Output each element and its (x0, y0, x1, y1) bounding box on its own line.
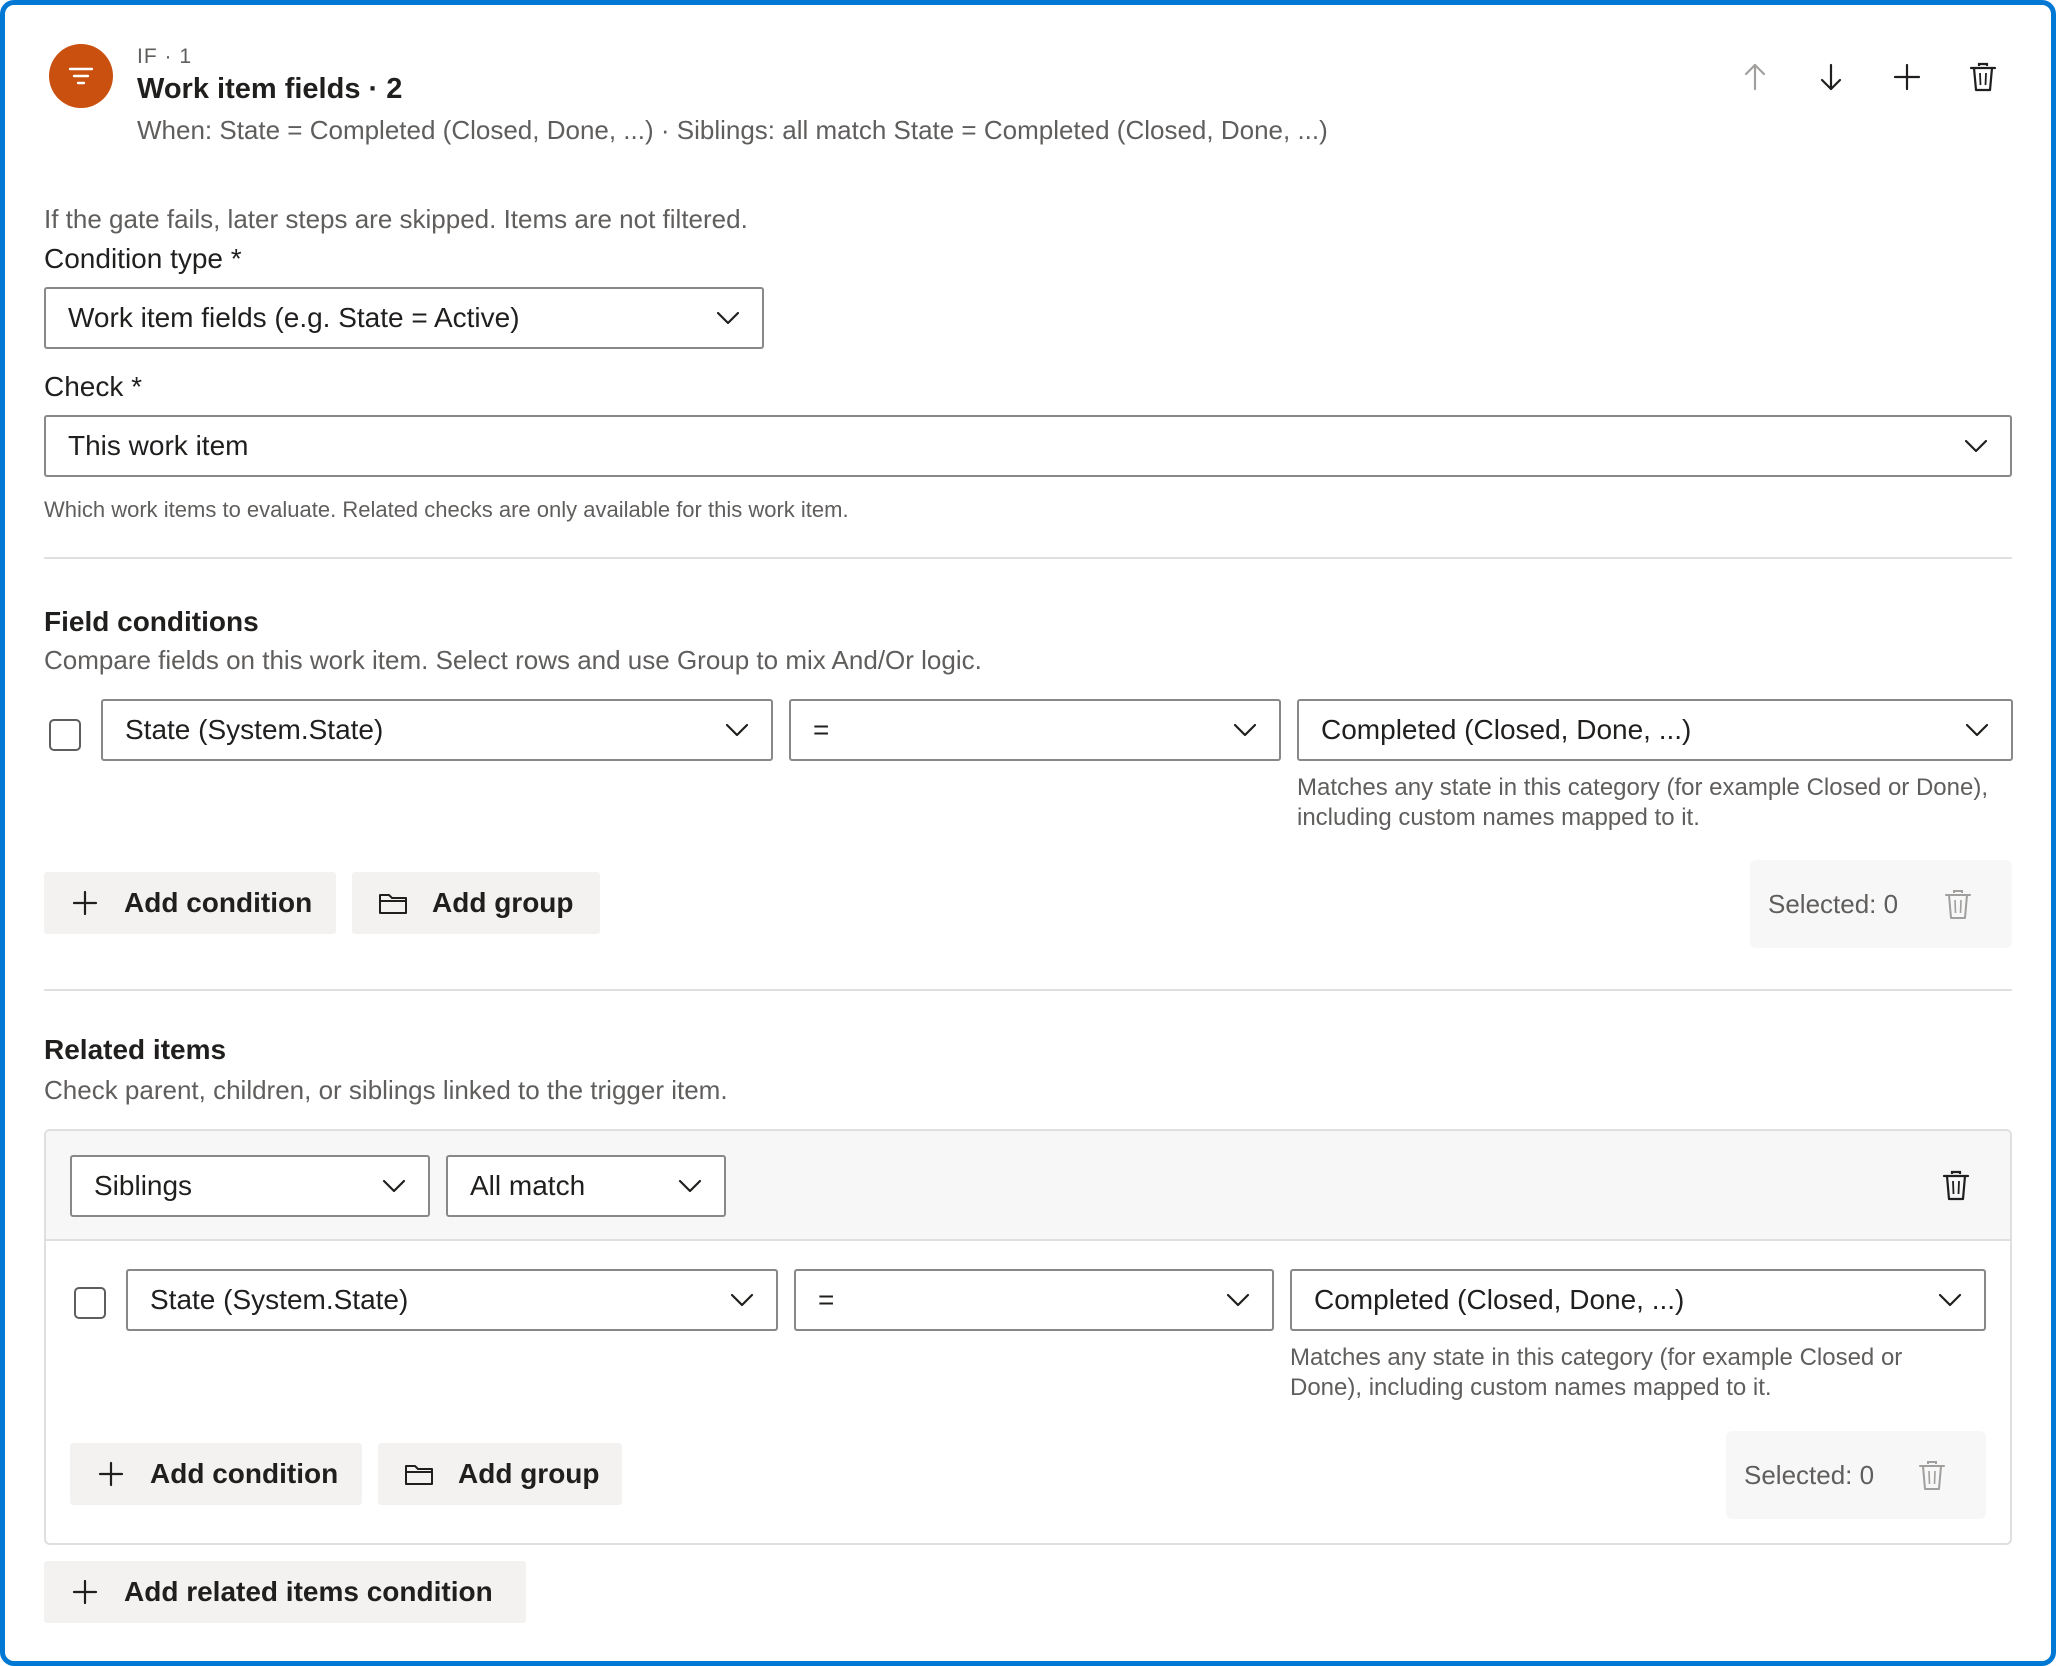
add-condition-button[interactable]: Add condition (44, 872, 336, 934)
arrow-up-icon (1744, 63, 1766, 91)
condition-type-value: Work item fields (e.g. State = Active) (68, 302, 520, 333)
operator-select[interactable]: = (789, 699, 1281, 761)
add-condition-label: Add condition (124, 887, 313, 918)
relation-select[interactable]: Siblings (70, 1155, 430, 1217)
related-field-value: State (System.State) (150, 1284, 409, 1315)
chevron-down-icon (1964, 439, 1988, 453)
match-mode-select[interactable]: All match (446, 1155, 726, 1217)
condition-row-checkbox[interactable] (49, 719, 81, 751)
plus-icon (72, 1579, 98, 1605)
chevron-down-icon (1233, 723, 1257, 737)
trash-icon (1942, 1170, 1970, 1201)
selection-bar: Selected: 0 (1750, 860, 2012, 948)
move-up-button[interactable] (1733, 55, 1777, 99)
step-card: IF · 1 Work item fields · 2 When: State … (0, 0, 2056, 1666)
folder-icon (379, 894, 407, 914)
related-selected-count: Selected: 0 (1744, 1459, 1875, 1490)
related-add-condition-button[interactable]: Add condition (70, 1443, 362, 1505)
related-items-header: Siblings All match (46, 1131, 2010, 1241)
filter-icon (49, 44, 113, 108)
field-select[interactable]: State (System.State) (101, 699, 773, 761)
trash-icon (1969, 62, 1997, 92)
check-value: This work item (68, 430, 249, 461)
selected-count: Selected: 0 (1768, 888, 1899, 919)
related-value-value: Completed (Closed, Done, ...) (1314, 1284, 1685, 1315)
step-title: Work item fields · 2 (137, 73, 403, 105)
check-label: Check * (44, 371, 143, 402)
gate-hint: If the gate fails, later steps are skipp… (44, 204, 748, 234)
related-add-group-label: Add group (458, 1458, 600, 1489)
add-step-button[interactable] (1885, 55, 1929, 99)
plus-icon (72, 890, 98, 916)
chevron-down-icon (725, 723, 749, 737)
check-help: Which work items to evaluate. Related ch… (44, 497, 849, 522)
step-kicker: IF · 1 (137, 45, 193, 68)
trash-icon[interactable] (1944, 888, 1972, 920)
related-items-title: Related items (44, 1034, 227, 1065)
related-field-select[interactable]: State (System.State) (126, 1269, 778, 1331)
divider (44, 989, 2012, 991)
step-summary: When: State = Completed (Closed, Done, .… (137, 115, 1328, 145)
condition-type-select[interactable]: Work item fields (e.g. State = Active) (44, 287, 764, 349)
field-conditions-description: Compare fields on this work item. Select… (44, 645, 982, 675)
related-selection-bar: Selected: 0 (1726, 1431, 1986, 1519)
related-operator-value: = (818, 1284, 835, 1315)
add-related-items-condition-button[interactable]: Add related items condition (44, 1561, 526, 1623)
chevron-down-icon (716, 311, 740, 325)
related-row-checkbox[interactable] (74, 1287, 106, 1319)
chevron-down-icon (678, 1179, 702, 1193)
match-mode-value: All match (470, 1170, 586, 1201)
divider (44, 557, 2012, 559)
field-conditions-title: Field conditions (44, 606, 259, 637)
related-items-description: Check parent, children, or siblings link… (44, 1075, 728, 1105)
plus-icon (98, 1461, 124, 1487)
check-select[interactable]: This work item (44, 415, 2012, 477)
plus-icon (1893, 63, 1921, 91)
trash-icon[interactable] (1918, 1459, 1946, 1491)
chevron-down-icon (730, 1293, 754, 1307)
operator-value: = (813, 714, 830, 745)
add-related-items-condition-label: Add related items condition (124, 1576, 493, 1607)
related-operator-select[interactable]: = (794, 1269, 1274, 1331)
delete-related-button[interactable] (1942, 1169, 1974, 1203)
related-items-card: Siblings All match State (System.State) … (44, 1129, 2012, 1545)
chevron-down-icon (1938, 1293, 1962, 1307)
delete-step-button[interactable] (1961, 55, 2005, 99)
value-select[interactable]: Completed (Closed, Done, ...) (1297, 699, 2013, 761)
chevron-down-icon (1226, 1293, 1250, 1307)
add-group-label: Add group (432, 887, 574, 918)
chevron-down-icon (382, 1179, 406, 1193)
move-down-button[interactable] (1809, 55, 1853, 99)
related-value-help: Matches any state in this category (for … (1290, 1344, 1903, 1401)
relation-value: Siblings (94, 1170, 193, 1201)
folder-icon (405, 1465, 433, 1485)
related-add-group-button[interactable]: Add group (378, 1443, 622, 1505)
condition-type-label: Condition type * (44, 243, 242, 274)
value-value: Completed (Closed, Done, ...) (1321, 714, 1692, 745)
chevron-down-icon (1965, 723, 1989, 737)
related-value-select[interactable]: Completed (Closed, Done, ...) (1290, 1269, 1986, 1331)
add-group-button[interactable]: Add group (352, 872, 600, 934)
related-add-condition-label: Add condition (150, 1458, 339, 1489)
arrow-down-icon (1820, 63, 1842, 91)
field-value: State (System.State) (125, 714, 384, 745)
value-help: Matches any state in this category (for … (1297, 774, 1988, 831)
